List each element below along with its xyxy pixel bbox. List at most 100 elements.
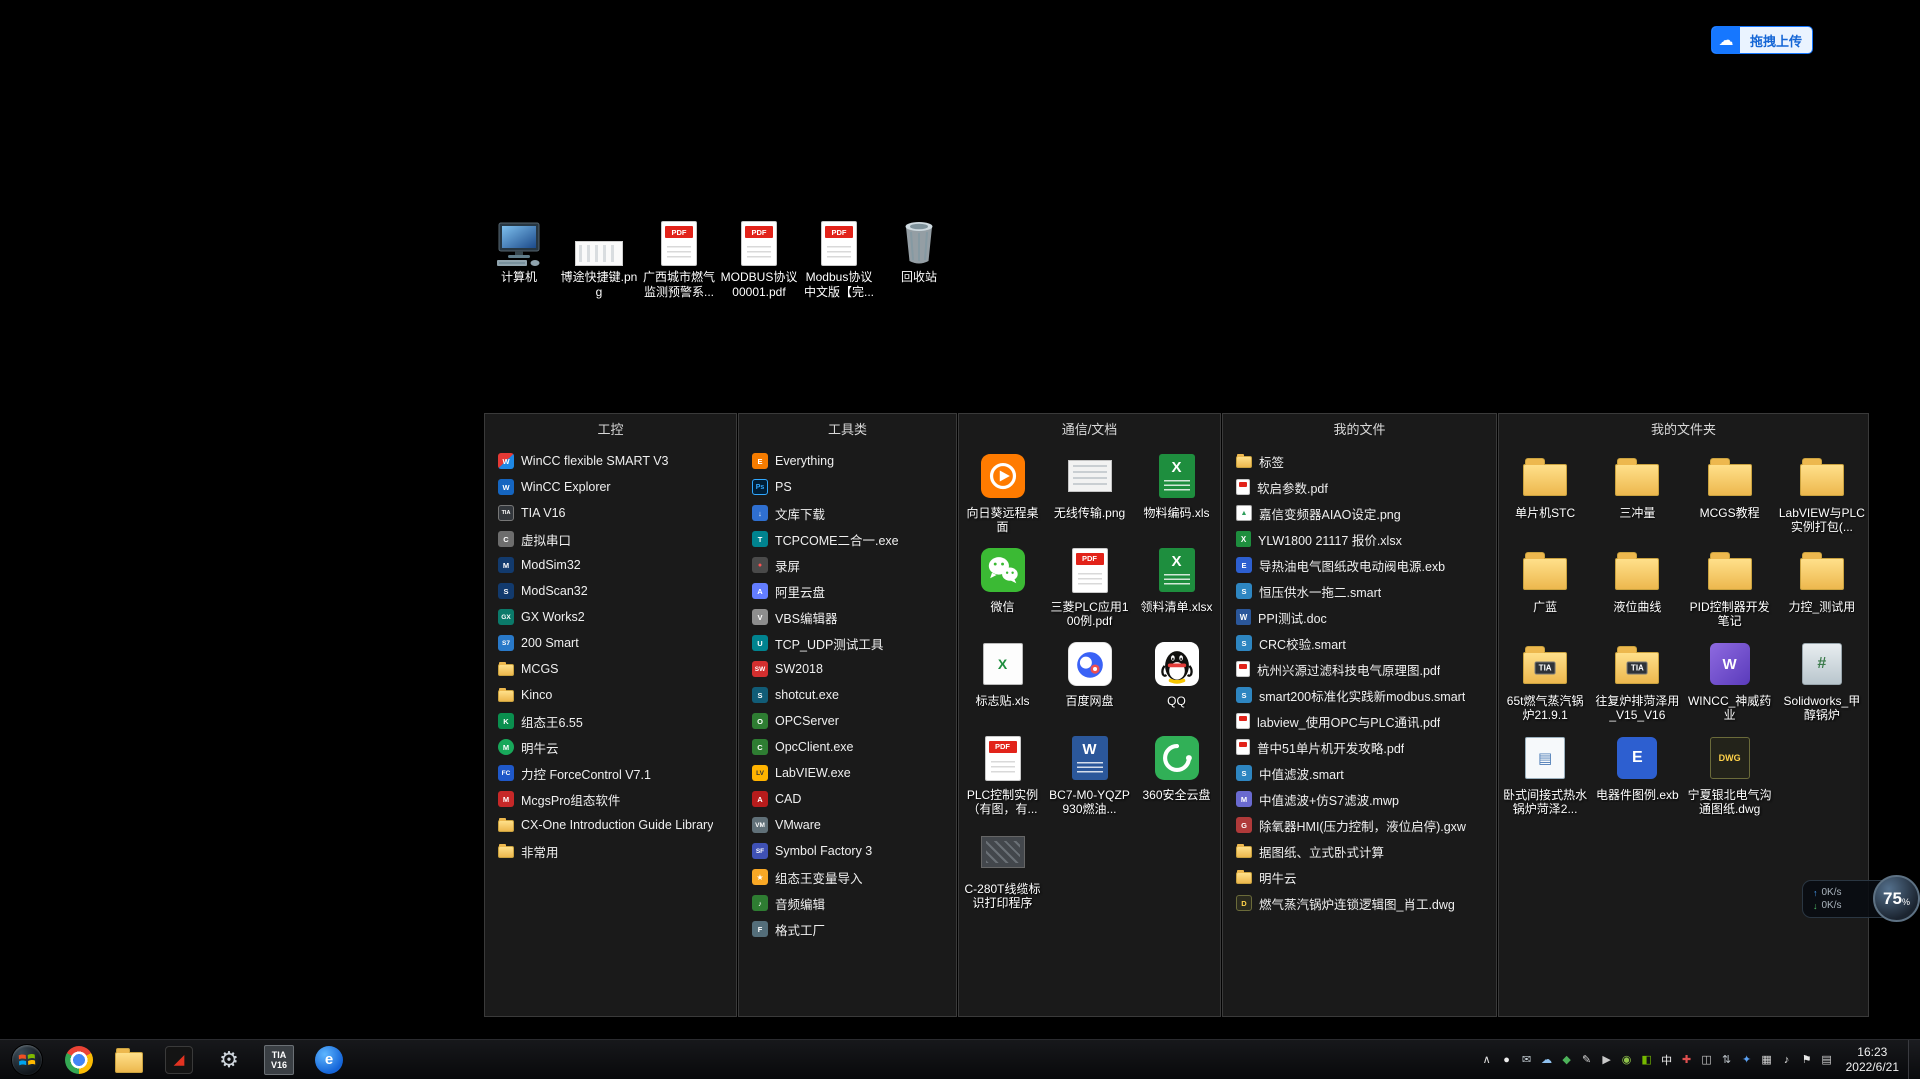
list-item[interactable]: LVLabVIEW.exe	[752, 760, 952, 786]
list-item[interactable]: MModSim32	[498, 552, 732, 578]
list-item[interactable]: WWinCC Explorer	[498, 474, 732, 500]
panel-title[interactable]: 通信/文档	[959, 414, 1220, 446]
grid-item[interactable]: DWG宁夏银北电气沟通图纸.dwg	[1684, 730, 1776, 824]
start-button[interactable]	[0, 1040, 54, 1079]
list-item[interactable]: ●录屏	[752, 552, 952, 578]
taskbar-blue-browser-button[interactable]: e	[304, 1040, 354, 1079]
list-item[interactable]: MMcgsPro组态软件	[498, 786, 732, 812]
taskbar-chrome-button[interactable]	[54, 1040, 104, 1079]
taskbar-clock[interactable]: 16:23 2022/6/21	[1837, 1045, 1908, 1075]
desktop-icon[interactable]: 计算机	[479, 210, 559, 300]
grid-item[interactable]: C-280T线缆标识打印程序	[959, 824, 1046, 918]
list-item[interactable]: PsPS	[752, 474, 952, 500]
grid-item[interactable]: LabVIEW与PLC实例打包(...	[1776, 448, 1868, 542]
list-item[interactable]: S中值滤波.smart	[1236, 760, 1492, 786]
list-item[interactable]: ▲嘉信变频器AIAO设定.png	[1236, 500, 1492, 526]
list-item[interactable]: ACAD	[752, 786, 952, 812]
tray-security-icon[interactable]: ✚	[1677, 1047, 1697, 1073]
list-item[interactable]: 明牛云	[1236, 864, 1492, 890]
list-item[interactable]: G除氧器HMI(压力控制，液位启停).gxw	[1236, 812, 1492, 838]
desktop-icon[interactable]: PDFMODBUS协议00001.pdf	[719, 210, 799, 300]
list-item[interactable]: TIATIA V16	[498, 500, 732, 526]
list-item[interactable]: ↓文库下载	[752, 500, 952, 526]
grid-item[interactable]: ▤卧式间接式热水锅炉菏泽2...	[1499, 730, 1591, 824]
grid-item[interactable]: E电器件图例.exb	[1591, 730, 1683, 824]
taskbar-file-explorer-button[interactable]	[104, 1040, 154, 1079]
tray-ime-icon[interactable]: 中	[1657, 1047, 1677, 1073]
list-item[interactable]: K组态王6.55	[498, 708, 732, 734]
list-item[interactable]: WPPI测试.doc	[1236, 604, 1492, 630]
desktop-icon[interactable]: 博途快捷键.png	[559, 210, 639, 300]
list-item[interactable]: D燃气蒸汽锅炉连锁逻辑图_肖工.dwg	[1236, 890, 1492, 916]
tray-updown-icon[interactable]: ⇅	[1717, 1047, 1737, 1073]
grid-item[interactable]: 力控_测试用	[1776, 542, 1868, 636]
tray-nvidia-icon[interactable]: ◉	[1617, 1047, 1637, 1073]
memory-usage-ball[interactable]: 75 %	[1873, 875, 1920, 922]
tray-expand-icon[interactable]: ∧	[1477, 1047, 1497, 1073]
tray-graphics-icon[interactable]: ◧	[1637, 1047, 1657, 1073]
grid-item[interactable]: 单片机STC	[1499, 448, 1591, 542]
grid-item[interactable]: X标志贴.xls	[959, 636, 1046, 730]
grid-item[interactable]: TIA65t燃气蒸汽锅炉21.9.1	[1499, 636, 1591, 730]
taskbar-settings-gear-button[interactable]: ⚙	[204, 1040, 254, 1079]
grid-item[interactable]: TIA往复炉排菏泽用_V15_V16	[1591, 636, 1683, 730]
tray-pen-input-icon[interactable]: ✎	[1577, 1047, 1597, 1073]
tray-cloud-sync-icon[interactable]: ☁	[1537, 1047, 1557, 1073]
list-item[interactable]: FC力控 ForceControl V7.1	[498, 760, 732, 786]
grid-item[interactable]: PDF三菱PLC应用100例.pdf	[1046, 542, 1133, 636]
tray-mail-icon[interactable]: ✉	[1517, 1047, 1537, 1073]
tray-qq-icon[interactable]: ●	[1497, 1047, 1517, 1073]
tray-network-icon[interactable]: ▦	[1757, 1047, 1777, 1073]
list-item[interactable]: M中值滤波+仿S7滤波.mwp	[1236, 786, 1492, 812]
list-item[interactable]: E导热油电气图纸改电动阀电源.exb	[1236, 552, 1492, 578]
list-item[interactable]: OOPCServer	[752, 708, 952, 734]
tray-touch-keyboard-icon[interactable]: ▤	[1817, 1047, 1837, 1073]
list-item[interactable]: S7200 Smart	[498, 630, 732, 656]
grid-item[interactable]: MCGS教程	[1684, 448, 1776, 542]
list-item[interactable]: XYLW1800 21117 报价.xlsx	[1236, 526, 1492, 552]
tray-media-player-icon[interactable]: ▶	[1597, 1047, 1617, 1073]
list-item[interactable]: C虚拟串口	[498, 526, 732, 552]
speed-monitor-widget[interactable]: ↑ 0K/s ↓ 0K/s 75 %	[1786, 872, 1920, 924]
list-item[interactable]: Kinco	[498, 682, 732, 708]
list-item[interactable]: GXGX Works2	[498, 604, 732, 630]
panel-title[interactable]: 我的文件	[1223, 414, 1496, 446]
list-item[interactable]: SFSymbol Factory 3	[752, 838, 952, 864]
panel-title[interactable]: 工具类	[739, 414, 956, 446]
desktop-icon[interactable]: 回收站	[879, 210, 959, 300]
tray-volume-icon[interactable]: ♪	[1777, 1047, 1797, 1073]
grid-item[interactable]: PID控制器开发笔记	[1684, 542, 1776, 636]
list-item[interactable]: WWinCC flexible SMART V3	[498, 448, 732, 474]
grid-item[interactable]: WBC7-M0-YQZP930燃油...	[1046, 730, 1133, 824]
list-item[interactable]: PDF软启参数.pdf	[1236, 474, 1492, 500]
list-item[interactable]: CX-One Introduction Guide Library	[498, 812, 732, 838]
list-item[interactable]: PDF普中51单片机开发攻略.pdf	[1236, 734, 1492, 760]
panel-title[interactable]: 我的文件夹	[1499, 414, 1868, 446]
drag-upload-button[interactable]: ☁ 拖拽上传	[1712, 27, 1812, 53]
list-item[interactable]: PDF杭州兴源过滤科技电气原理图.pdf	[1236, 656, 1492, 682]
grid-item[interactable]: QQ	[1133, 636, 1220, 730]
list-item[interactable]: S恒压供水一拖二.smart	[1236, 578, 1492, 604]
list-item[interactable]: 标签	[1236, 448, 1492, 474]
grid-item[interactable]: 百度网盘	[1046, 636, 1133, 730]
grid-item[interactable]: 无线传输.png	[1046, 448, 1133, 542]
list-item[interactable]: Sshotcut.exe	[752, 682, 952, 708]
panel-title[interactable]: 工控	[485, 414, 736, 446]
list-item[interactable]: ★组态王变量导入	[752, 864, 952, 890]
tray-usb-icon[interactable]: ◫	[1697, 1047, 1717, 1073]
list-item[interactable]: F格式工厂	[752, 916, 952, 942]
list-item[interactable]: SWSW2018	[752, 656, 952, 682]
grid-item[interactable]: 广蓝	[1499, 542, 1591, 636]
taskbar-tia-v16-tile-button[interactable]: TIAV16	[254, 1040, 304, 1079]
tray-flag-icon[interactable]: ⚑	[1797, 1047, 1817, 1073]
list-item[interactable]: 非常用	[498, 838, 732, 864]
grid-item[interactable]: PDFPLC控制实例（有图，有...	[959, 730, 1046, 824]
list-item[interactable]: 据图纸、立式卧式计算	[1236, 838, 1492, 864]
list-item[interactable]: TTCPCOME二合一.exe	[752, 526, 952, 552]
list-item[interactable]: SCRC校验.smart	[1236, 630, 1492, 656]
list-item[interactable]: PDFlabview_使用OPC与PLC通讯.pdf	[1236, 708, 1492, 734]
desktop-icon[interactable]: PDFModbus协议中文版【完...	[799, 210, 879, 300]
list-item[interactable]: UTCP_UDP测试工具	[752, 630, 952, 656]
grid-item[interactable]: #Solidworks_甲醇锅炉	[1776, 636, 1868, 730]
list-item[interactable]: Ssmart200标准化实践新modbus.smart	[1236, 682, 1492, 708]
